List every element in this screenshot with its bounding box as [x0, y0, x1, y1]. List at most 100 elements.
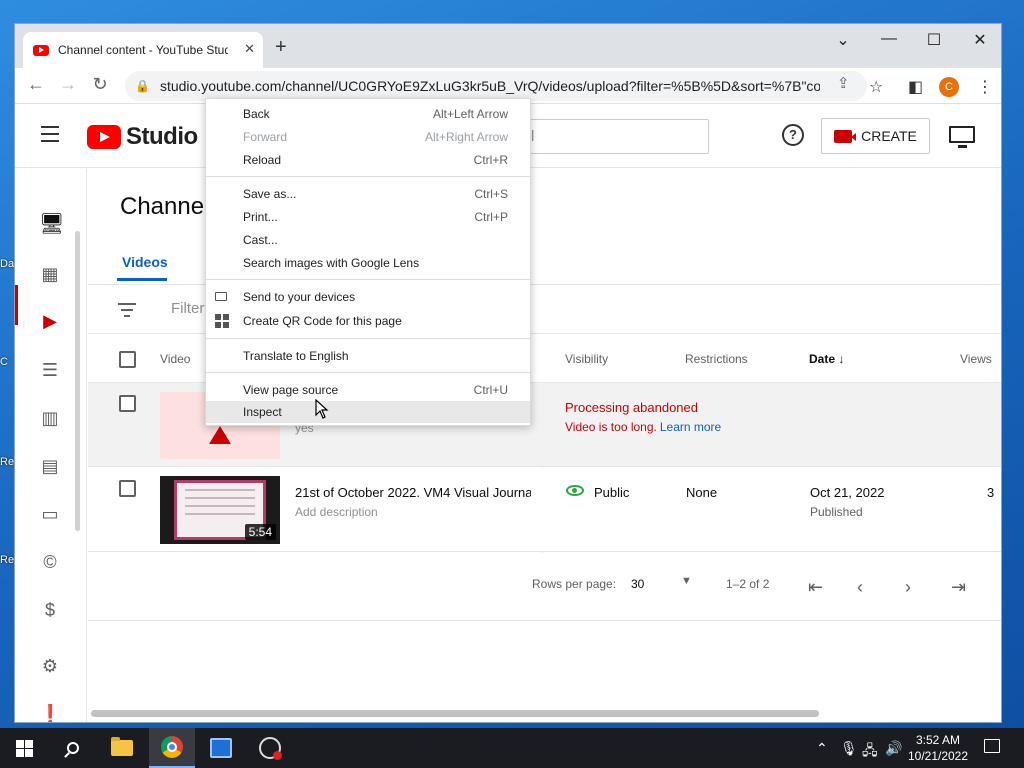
channel-search-input[interactable]: l [530, 119, 709, 154]
sidebar-analytics-icon[interactable]: ▥ [39, 407, 61, 429]
new-tab-button[interactable]: + [275, 37, 287, 57]
sidebar-comments-icon[interactable]: ▤ [39, 455, 61, 477]
menu-item-print[interactable]: Print... Ctrl+P [206, 206, 530, 228]
menu-item-shortcut: Alt+Right Arrow [424, 130, 508, 144]
sidebar-content-icon[interactable]: ▶ [39, 310, 61, 332]
clock-date: 10/21/2022 [907, 749, 969, 763]
video-title[interactable]: 21st of October 2022. VM4 Visual Journal [295, 485, 531, 500]
row-checkbox[interactable] [119, 480, 136, 497]
tray-microphone-icon[interactable]: 🎙 [840, 740, 858, 757]
menu-item-google-lens[interactable]: Search images with Google Lens [206, 252, 530, 274]
windows-taskbar: ⌃ 🎙 🖧 🔊 3:52 AM 10/21/2022 [0, 728, 1024, 768]
browser-tab-youtube-studio[interactable]: Channel content - YouTube Studio ✕ [23, 32, 263, 68]
sidebar-feedback-icon[interactable]: ❗ [39, 703, 61, 722]
hamburger-menu-icon[interactable] [41, 126, 59, 147]
rows-per-page-select[interactable]: 30 [631, 577, 644, 591]
taskbar-clock[interactable]: 3:52 AM 10/21/2022 [906, 732, 970, 764]
previous-page-icon[interactable]: ‹ [857, 577, 863, 598]
menu-item-label: Cast... [243, 233, 278, 247]
sidebar-playlists-icon[interactable]: ☰ [39, 359, 61, 381]
horizontal-scrollbar[interactable] [91, 710, 819, 717]
forward-arrow-icon[interactable]: → [57, 74, 79, 95]
row-checkbox[interactable] [119, 395, 136, 412]
help-icon[interactable]: ? [782, 124, 804, 146]
sidebar-scrollbar[interactable] [75, 231, 80, 531]
tab-search-icon[interactable]: ⌄ [833, 30, 853, 50]
reload-icon[interactable]: ↻ [89, 74, 111, 95]
pagination-bar: Rows per page: 30 ▼ 1–2 of 2 ⇤ ‹ › ⇥ [88, 553, 1001, 621]
desktop-icon-label: Re [0, 456, 15, 468]
profile-avatar[interactable]: C [939, 77, 959, 97]
menu-item-label: Create QR Code for this page [243, 314, 402, 328]
channel-monitor-icon[interactable] [949, 126, 975, 148]
select-all-checkbox[interactable] [119, 351, 136, 368]
screen-recorder-icon [259, 737, 282, 760]
sidebar-subtitles-icon[interactable]: ▭ [39, 503, 61, 525]
share-icon[interactable]: ⇪ [837, 74, 850, 92]
url-text[interactable]: studio.youtube.com/channel/UC0GRYoE9ZxLu… [160, 78, 820, 94]
visibility-value[interactable]: Public [594, 485, 629, 500]
tray-volume-icon[interactable]: 🔊 [885, 740, 902, 757]
notifications-icon[interactable] [984, 739, 1000, 753]
folder-icon [111, 737, 133, 756]
youtube-favicon-icon [33, 44, 49, 56]
views-value: 3 [987, 485, 995, 500]
taskbar-file-explorer[interactable] [99, 728, 145, 768]
more-menu-icon[interactable]: ⋮ [977, 77, 993, 97]
menu-item-save-as[interactable]: Save as... Ctrl+S [206, 183, 530, 205]
menu-item-back[interactable]: Back Alt+Left Arrow [206, 103, 530, 125]
taskbar-recorder[interactable] [247, 728, 293, 768]
dropdown-arrow-icon[interactable]: ▼ [681, 575, 692, 587]
filter-icon[interactable] [118, 303, 136, 321]
filter-input[interactable]: Filter [171, 300, 204, 317]
window-icon [210, 738, 232, 758]
desktop-icon-label: Re [0, 554, 15, 566]
back-arrow-icon[interactable]: ← [25, 74, 47, 95]
video-duration-badge: 5:54 [244, 524, 276, 540]
date-status: Published [810, 505, 863, 519]
taskbar-explorer-window[interactable] [198, 728, 244, 768]
menu-item-qr-code[interactable]: Create QR Code for this page [206, 310, 530, 332]
tray-network-icon[interactable]: 🖧 [862, 740, 878, 764]
minimize-button[interactable]: — [879, 30, 899, 48]
video-thumbnail[interactable]: 5:54 [160, 476, 280, 544]
column-header-date[interactable]: Date ↓ [809, 352, 844, 366]
next-page-icon[interactable]: › [905, 577, 911, 598]
video-description[interactable]: Add description [295, 505, 378, 519]
tray-chevron-up-icon[interactable]: ⌃ [816, 740, 828, 757]
close-tab-icon[interactable]: ✕ [244, 41, 255, 57]
taskbar-search-button[interactable] [50, 728, 96, 768]
menu-item-reload[interactable]: Reload Ctrl+R [206, 149, 530, 171]
create-button[interactable]: CREATE [821, 118, 930, 154]
menu-item-view-source[interactable]: View page source Ctrl+U [206, 379, 530, 401]
menu-item-label: Translate to English [243, 349, 349, 363]
bookmark-star-icon[interactable]: ☆ [869, 77, 883, 97]
sidebar-monetization-icon[interactable]: $ [39, 599, 61, 621]
menu-item-send-to-devices[interactable]: Send to your devices [206, 286, 530, 308]
column-header-views: Views [960, 352, 992, 366]
menu-item-label: Save as... [243, 187, 297, 201]
first-page-icon[interactable]: ⇤ [808, 577, 823, 598]
menu-item-shortcut: Ctrl+R [473, 153, 508, 167]
sidebar-channel-icon[interactable]: 🖥 [39, 213, 64, 235]
address-bar[interactable]: 🔒 studio.youtube.com/channel/UC0GRYoE9Zx… [125, 71, 867, 101]
side-panel-icon[interactable]: ◧ [908, 77, 923, 97]
tab-videos[interactable]: Videos [122, 254, 168, 270]
taskbar-chrome[interactable] [149, 728, 195, 768]
maximize-button[interactable]: ☐ [924, 30, 944, 50]
sidebar-settings-gear-icon[interactable]: ⚙ [39, 655, 61, 677]
close-window-button[interactable]: ✕ [970, 30, 990, 50]
table-row[interactable]: 5:54 21st of October 2022. VM4 Visual Jo… [88, 468, 1001, 552]
menu-item-inspect[interactable]: Inspect [206, 401, 530, 423]
menu-item-forward[interactable]: Forward Alt+Right Arrow [206, 126, 530, 148]
page-range: 1–2 of 2 [726, 577, 770, 591]
sidebar-copyright-icon[interactable]: © [39, 551, 61, 573]
last-page-icon[interactable]: ⇥ [951, 577, 966, 598]
studio-logo-text: Studio [126, 123, 198, 150]
menu-item-translate[interactable]: Translate to English [206, 345, 530, 367]
sidebar-dashboard-icon[interactable]: ▦ [39, 263, 61, 285]
studio-logo[interactable]: Studio [87, 123, 198, 151]
menu-item-cast[interactable]: Cast... [206, 229, 530, 251]
windows-start-icon[interactable] [16, 740, 33, 757]
learn-more-link[interactable]: Learn more [660, 420, 721, 434]
